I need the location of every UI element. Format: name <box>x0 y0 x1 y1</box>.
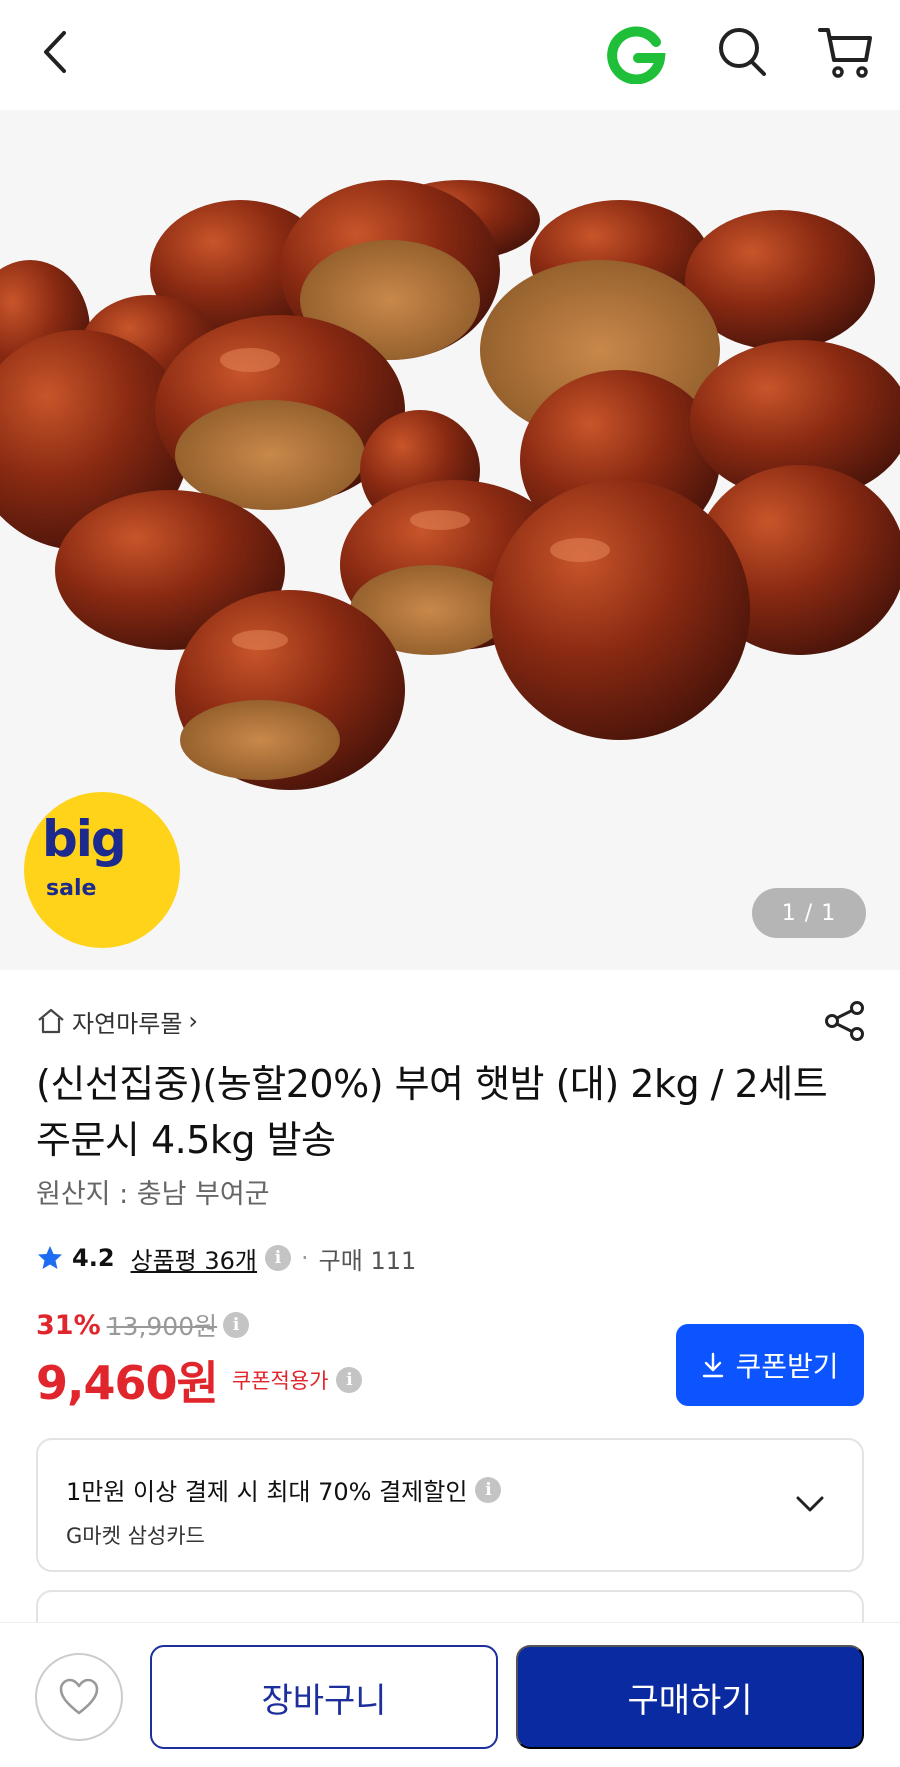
discount-percent: 31% <box>36 1309 101 1341</box>
review-info-icon[interactable]: i <box>265 1245 292 1271</box>
coupon-info-icon[interactable]: i <box>336 1367 363 1393</box>
separator-dot: · <box>301 1244 309 1272</box>
badge-big-text: big <box>42 810 127 868</box>
product-title: (신선집중)(농할20%) 부여 햇밤 (대) 2kg / 2세트 주문시 4.… <box>36 1062 828 1162</box>
product-image[interactable]: big sale 1 / 1 <box>0 110 900 970</box>
store-name: 자연마루몰 <box>72 1009 183 1038</box>
share-button[interactable] <box>822 998 868 1044</box>
top-bar <box>0 0 900 110</box>
star-icon <box>38 1246 62 1269</box>
review-count-link[interactable]: 상품평 36개 <box>131 1241 258 1276</box>
discount-row: 31% 13,900원 i <box>36 1307 250 1343</box>
add-to-cart-button[interactable]: 장바구니 <box>150 1645 498 1749</box>
chevron-left-icon <box>44 31 66 73</box>
home-icon <box>38 1008 64 1034</box>
original-price: 13,900원 <box>106 1312 218 1341</box>
wishlist-button[interactable] <box>35 1653 123 1741</box>
cart-icon <box>818 28 872 78</box>
cart-button[interactable] <box>816 22 876 82</box>
benefit-line1: 1만원 이상 결제 시 최대 70% 결제할인 i <box>66 1472 502 1507</box>
gmarket-logo-button[interactable] <box>606 24 666 85</box>
price-row: 9,460원 쿠폰적용가 i <box>36 1350 363 1410</box>
benefit-card-name: G마켓 삼성카드 <box>66 1524 205 1548</box>
image-counter: 1 / 1 <box>752 888 866 938</box>
final-price: 9,460원 <box>36 1356 219 1410</box>
big-sale-badge: big sale <box>24 792 180 948</box>
benefit-info-icon[interactable]: i <box>475 1476 502 1503</box>
badge-sale-text: sale <box>46 876 97 901</box>
benefit-headline: 1만원 이상 결제 시 최대 70% 결제할인 <box>66 1478 468 1506</box>
search-icon <box>719 28 766 76</box>
rating-score: 4.2 <box>72 1244 115 1272</box>
share-icon <box>825 1001 864 1041</box>
back-button[interactable] <box>30 22 80 82</box>
coupon-applied-note: 쿠폰적용가 <box>231 1369 329 1393</box>
get-coupon-button[interactable]: 쿠폰받기 <box>676 1324 864 1406</box>
get-coupon-label: 쿠폰받기 <box>735 1351 839 1382</box>
rating-row: 4.2 상품평 36개 i · 구매 111 <box>36 1236 416 1280</box>
search-button[interactable] <box>712 22 772 82</box>
product-origin: 원산지 : 충남 부여군 <box>36 1179 270 1210</box>
purchase-count: 구매 111 <box>318 1246 417 1275</box>
buy-now-button[interactable]: 구매하기 <box>516 1645 864 1749</box>
price-info-icon[interactable]: i <box>223 1312 250 1338</box>
payment-benefit-card[interactable]: 1만원 이상 결제 시 최대 70% 결제할인 i G마켓 삼성카드 <box>36 1438 864 1572</box>
heart-icon <box>59 1678 99 1715</box>
download-icon <box>703 1352 724 1378</box>
gmarket-g-icon <box>607 26 666 85</box>
chevron-down-icon[interactable] <box>792 1486 828 1522</box>
bottom-action-bar: 장바구니 구매하기 <box>0 1622 900 1767</box>
store-chevron-icon: › <box>188 1007 199 1035</box>
store-link[interactable]: 자연마루몰 › <box>36 1003 198 1039</box>
